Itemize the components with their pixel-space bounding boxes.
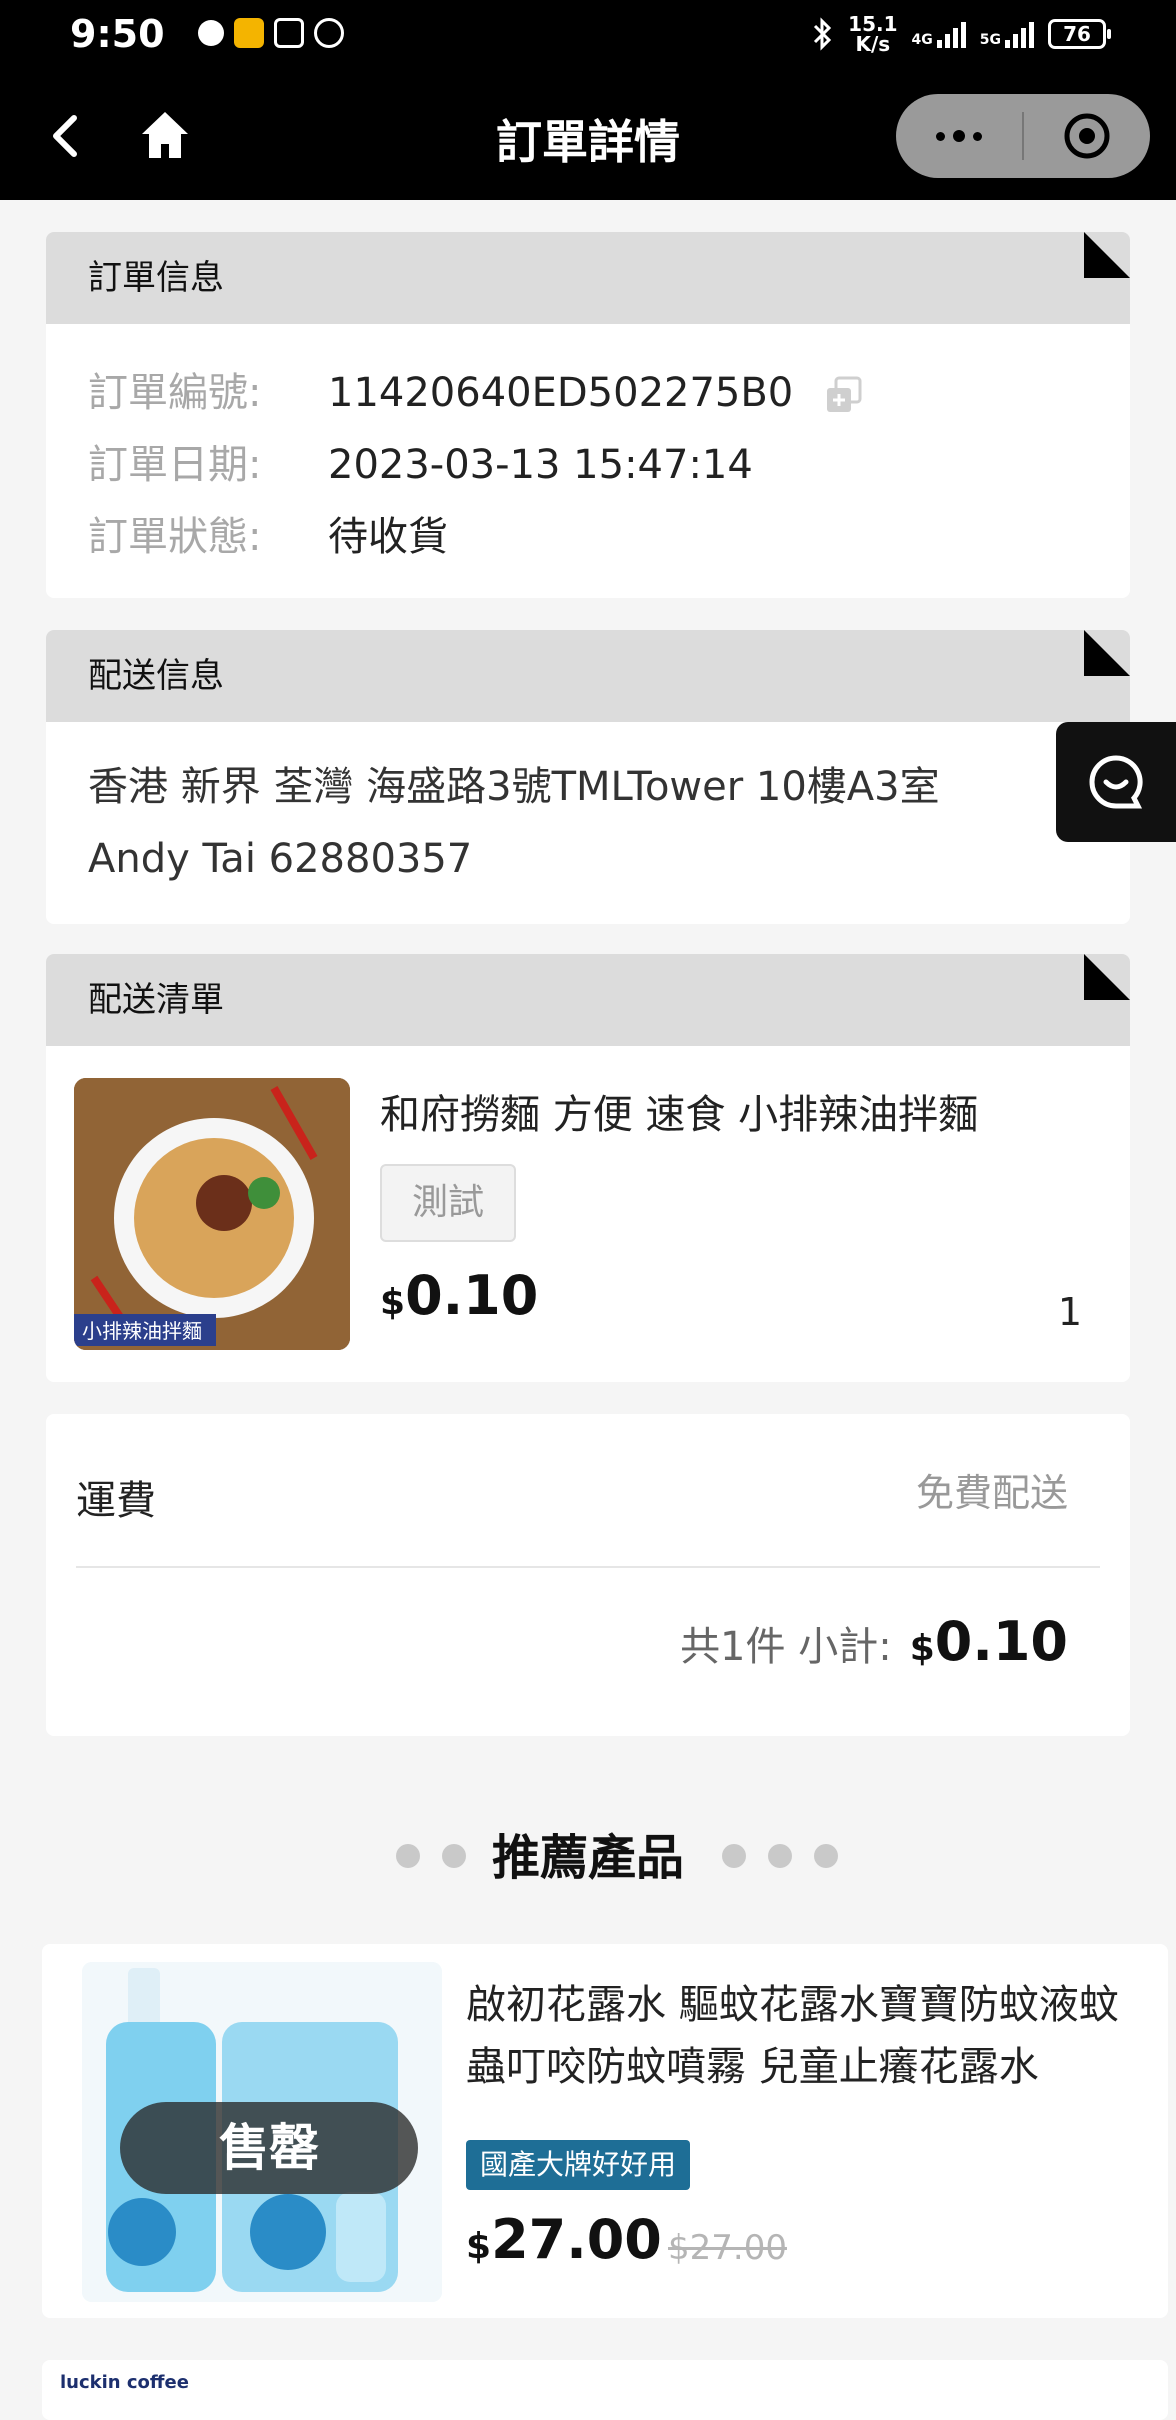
recommend-product-original-price: $27.00: [668, 2228, 787, 2268]
order-date-label: 訂單日期:: [88, 442, 262, 488]
order-number-value: 11420640ED502275B0: [328, 370, 794, 416]
status-time: 9:50: [70, 12, 165, 56]
sold-out-badge: 售罄: [120, 2102, 418, 2194]
product-spec-tag: 測試: [380, 1164, 516, 1242]
corner-triangle-icon: [1084, 954, 1130, 1000]
product-quantity: 1: [1057, 1290, 1082, 1334]
product-name: 和府撈麵 方便 速食 小排辣油拌麵: [380, 1092, 979, 1138]
close-miniprogram-button[interactable]: [1024, 94, 1150, 178]
delivery-info-card: 配送信息 香港 新界 荃灣 海盛路3號TMLTower 10樓A3室 Andy …: [46, 630, 1130, 924]
thumb-caption: 小排辣油拌麵: [82, 1319, 202, 1343]
battery-icon: 76: [1048, 19, 1111, 49]
delivery-address: 香港 新界 荃灣 海盛路3號TMLTower 10樓A3室: [88, 764, 940, 810]
signal-bars-icon: [936, 20, 966, 48]
delivery-contact: Andy Tai 62880357: [88, 836, 473, 882]
order-number-label: 訂單編號:: [88, 370, 262, 416]
target-close-icon: [1064, 113, 1110, 159]
top-bar: 9:50 15.1 K/s 4G 5G 76 訂單詳情: [0, 0, 1176, 200]
recommend-product-tag: 國產大牌好好用: [466, 2140, 691, 2190]
recommend-product-name: 啟初花露水 驅蚊花露水寶寶防蚊液蚊蟲叮咬防蚊噴霧 兒童止癢花露水: [466, 1982, 1119, 2090]
noodle-bowl-image: 小排辣油拌麵: [74, 1078, 350, 1350]
shipping-value: 免費配送: [915, 1471, 1068, 1515]
order-status-label: 訂單狀態:: [88, 514, 262, 560]
nav-bar: 訂單詳情: [0, 70, 1176, 200]
signal-1: 4G: [912, 20, 966, 48]
net-speed: 15.1 K/s: [848, 12, 898, 56]
signal-bars-icon: [1005, 20, 1034, 48]
summary-divider: [76, 1566, 1100, 1568]
delivery-info-header: 配送信息: [46, 630, 1130, 722]
delivery-list-card: 配送清單 小排辣油拌麵 和府撈麵 方便 速食 小排辣油拌麵 測試 $0.10 1: [46, 954, 1130, 1382]
item-count-text: 共1件 小計:: [680, 1624, 892, 1670]
recommend-product-image: 售罄: [82, 1962, 442, 2302]
status-right: 15.1 K/s 4G 5G 76: [812, 12, 1111, 56]
chat-bubble-icon: [1089, 755, 1143, 809]
subtotal-row: 共1件 小計: $0.10: [680, 1610, 1068, 1673]
wechat-icon: [198, 20, 224, 46]
recommend-product-card[interactable]: 售罄 啟初花露水 驅蚊花露水寶寶防蚊液蚊蟲叮咬防蚊噴霧 兒童止癢花露水 國產大牌…: [42, 1944, 1168, 2318]
order-summary-card: 運費 免費配送 共1件 小計: $0.10: [46, 1414, 1130, 1736]
order-date-value: 2023-03-13 15:47:14: [328, 442, 753, 488]
recommend-product-price: $27.00: [466, 2208, 662, 2271]
luckin-coffee-logo: luckin coffee: [60, 2372, 189, 2393]
status-bar: 9:50 15.1 K/s 4G 5G 76: [0, 0, 1176, 70]
order-info-header: 訂單信息: [46, 232, 1130, 324]
order-info-card: 訂單信息 訂單編號: 11420640ED502275B0 訂單日期: 2023-0…: [46, 232, 1130, 598]
order-date-row: 訂單日期: 2023-03-13 15:47:14: [88, 432, 753, 490]
notification-icons: [198, 18, 344, 48]
corner-triangle-icon: [1084, 232, 1130, 278]
product-price: $0.10: [380, 1264, 539, 1327]
delivery-list-header: 配送清單: [46, 954, 1130, 1046]
customer-service-button[interactable]: [1056, 722, 1176, 842]
mail-icon: [234, 18, 264, 48]
bluetooth-icon: [814, 17, 832, 51]
order-status-row: 訂單狀態: 待收貨: [88, 504, 448, 562]
signal-2: 5G: [980, 20, 1034, 48]
nfc-icon: [274, 18, 304, 48]
recommend-title: 推薦產品: [491, 1830, 684, 1886]
more-button[interactable]: [896, 94, 1022, 178]
alarm-icon: [314, 18, 344, 48]
miniprogram-capsule: [896, 94, 1150, 178]
order-number-row: 訂單編號: 11420640ED502275B0: [88, 360, 864, 418]
title-dots-right: [722, 1844, 838, 1868]
product-thumbnail[interactable]: 小排辣油拌麵: [74, 1078, 350, 1350]
corner-triangle-icon: [1084, 630, 1130, 676]
recommend-product-card-next[interactable]: luckin coffee: [42, 2360, 1168, 2420]
order-status-value: 待收貨: [328, 514, 448, 560]
subtotal-amount: $0.10: [909, 1610, 1068, 1673]
shipping-label: 運費: [76, 1478, 156, 1524]
copy-icon[interactable]: [824, 375, 864, 415]
